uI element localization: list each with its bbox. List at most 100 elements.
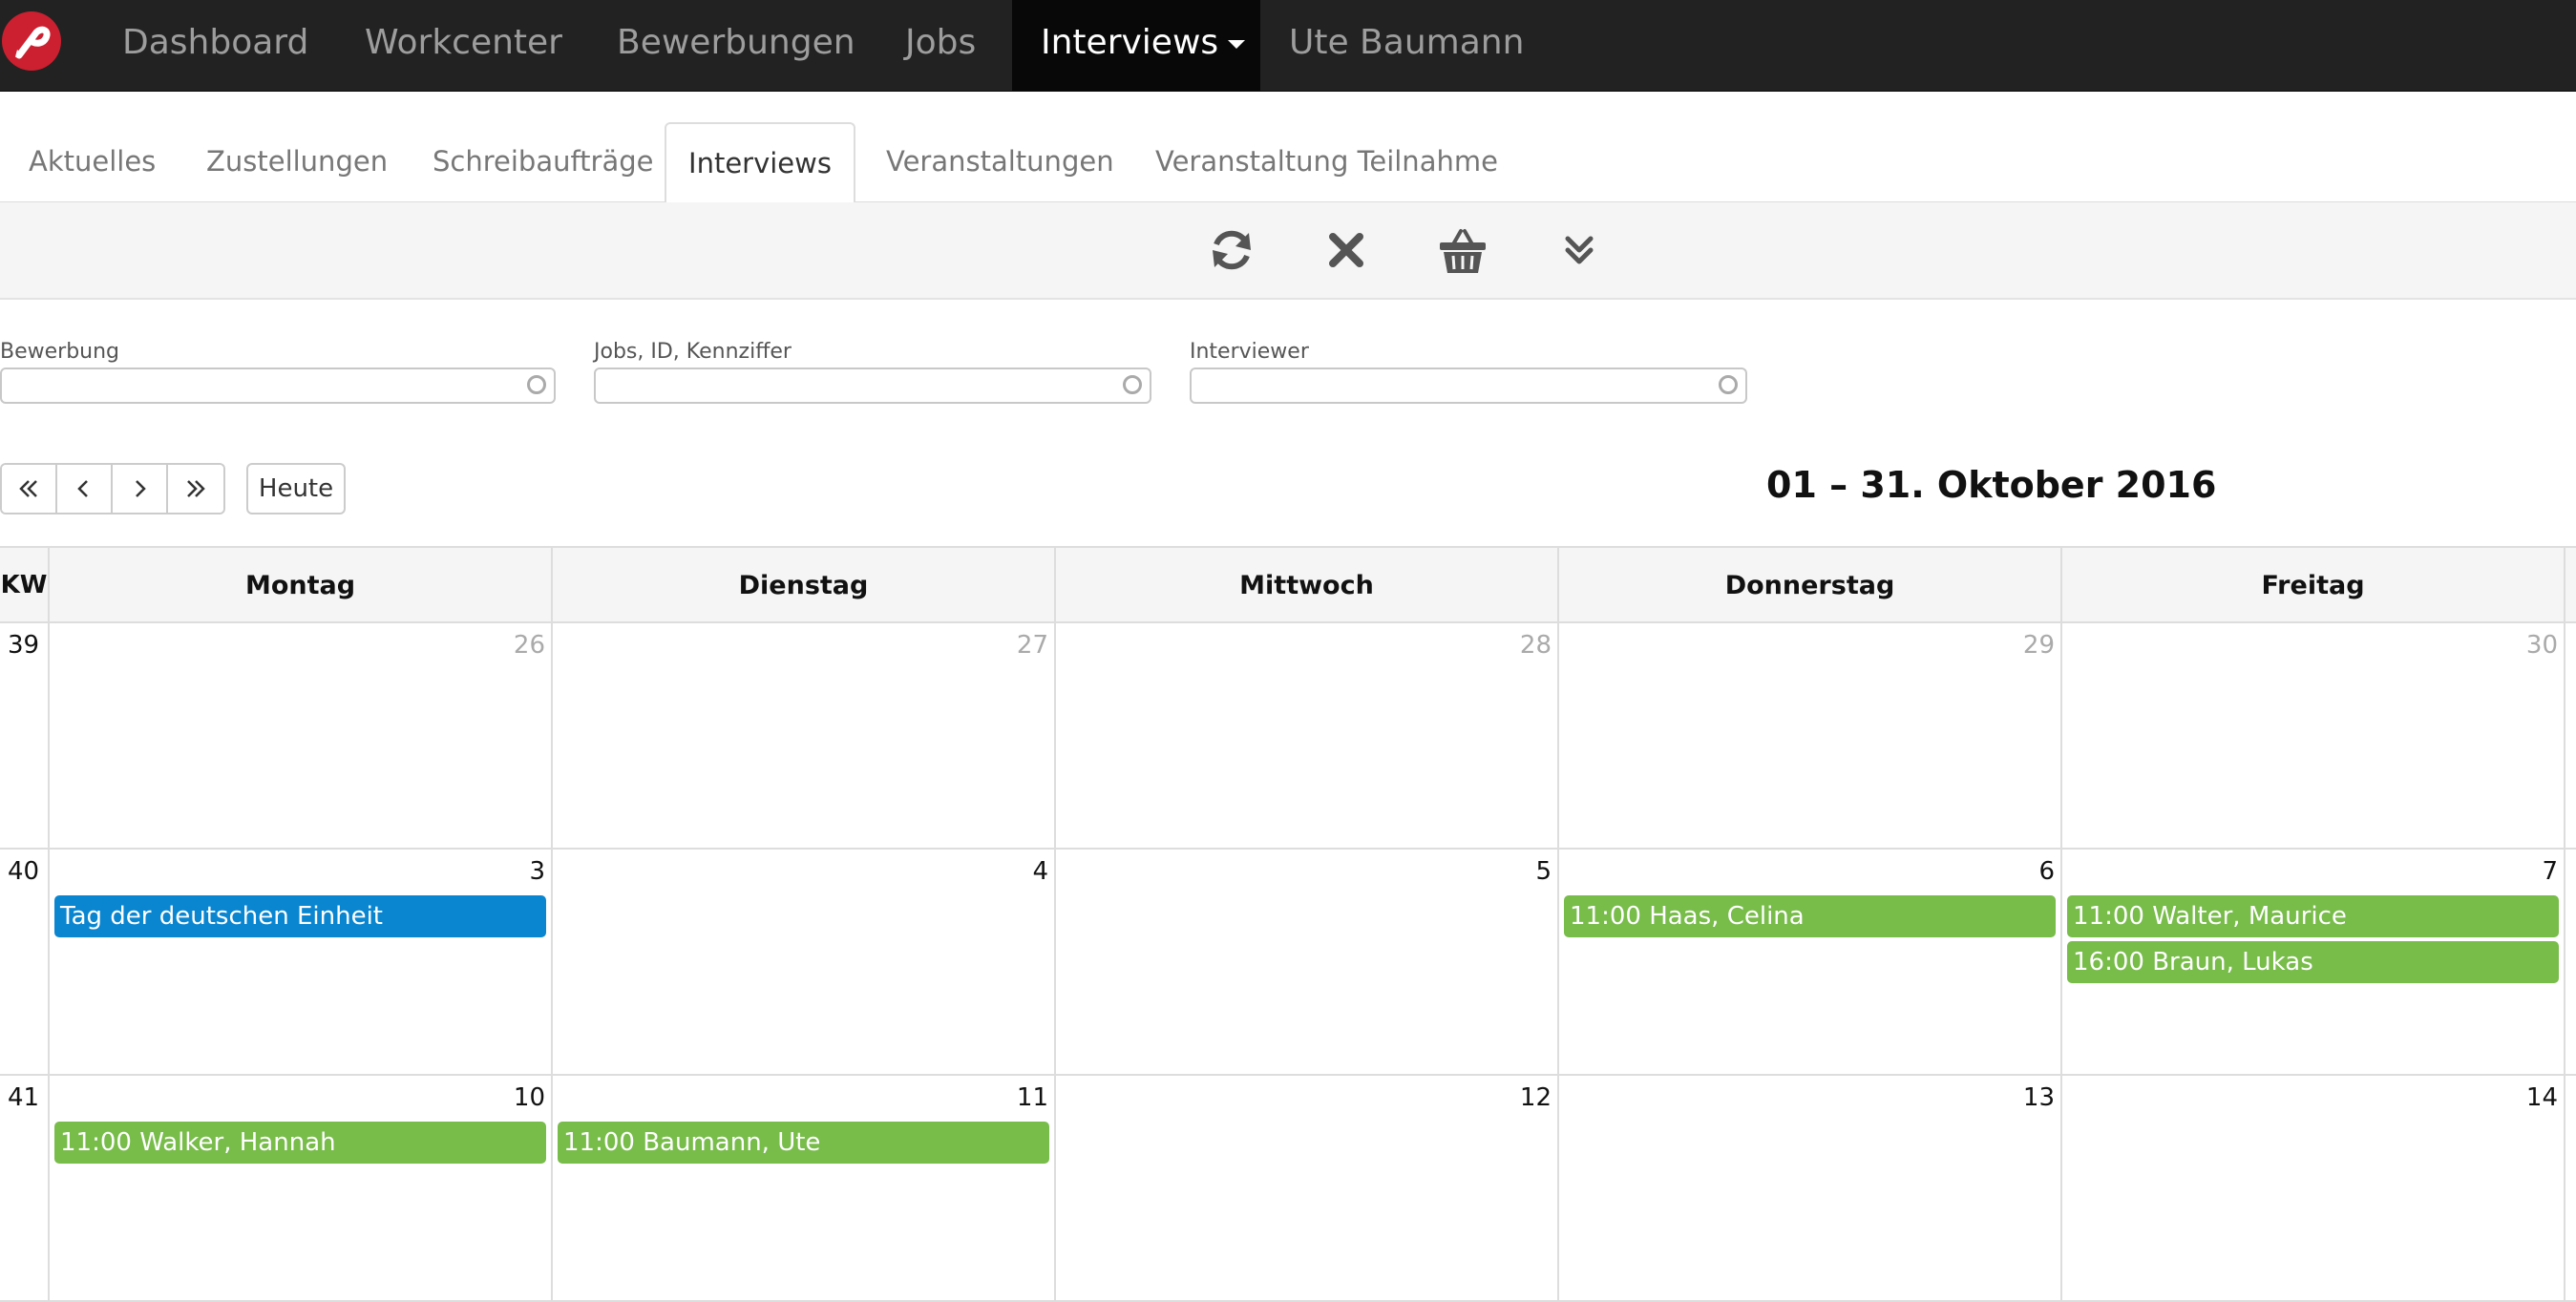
action-toolbar bbox=[0, 202, 2576, 300]
basket-icon bbox=[1440, 229, 1486, 273]
week-row-41: 41 10 11:00 Walker, Hannah 11 11:00 Baum… bbox=[0, 1076, 2576, 1302]
bewerbung-label: Bewerbung bbox=[0, 340, 120, 364]
event-title: Tag der deutschen Einheit bbox=[60, 902, 383, 931]
kw-number: 39 bbox=[0, 623, 50, 848]
day-number: 29 bbox=[2022, 631, 2055, 660]
nav-jobs[interactable]: Jobs bbox=[905, 0, 976, 91]
prev-month-button[interactable] bbox=[57, 465, 113, 513]
event-time: 11:00 bbox=[2073, 902, 2144, 931]
event-name: Walker, Hannah bbox=[139, 1128, 336, 1157]
day-number: 11 bbox=[1016, 1083, 1048, 1112]
day-number: 28 bbox=[1519, 631, 1552, 660]
chevron-left-icon bbox=[77, 480, 88, 497]
day-cell[interactable]: 3 Tag der deutschen Einheit bbox=[50, 850, 553, 1074]
nav-workcenter[interactable]: Workcenter bbox=[365, 0, 562, 91]
event-name: Walter, Maurice bbox=[2152, 902, 2347, 931]
nav-interviews-label: Interviews bbox=[1041, 23, 1219, 62]
nav-interviews-dropdown[interactable]: Interviews bbox=[1012, 0, 1260, 91]
day-number: 27 bbox=[1016, 631, 1048, 660]
tab-interviews[interactable]: Interviews bbox=[665, 122, 855, 204]
top-navbar: Dashboard Workcenter Bewerbungen Jobs In… bbox=[0, 0, 2576, 92]
clear-button[interactable] bbox=[1320, 223, 1373, 277]
tab-schreibauftraege[interactable]: Schreibaufträge bbox=[433, 122, 654, 200]
day-cell[interactable]: 27 bbox=[553, 623, 1056, 848]
refresh-button[interactable] bbox=[1205, 223, 1258, 277]
day-header-monday: Montag bbox=[50, 548, 553, 623]
jobs-label: Jobs, ID, Kennziffer bbox=[594, 340, 792, 364]
tab-veranstaltungen[interactable]: Veranstaltungen bbox=[886, 122, 1114, 200]
week-row-39: 39 26 27 28 29 30 bbox=[0, 623, 2576, 850]
event-name: Haas, Celina bbox=[1649, 902, 1805, 931]
day-number: 14 bbox=[2525, 1083, 2558, 1112]
event-time: 11:00 bbox=[1570, 902, 1641, 931]
refresh-icon bbox=[1213, 230, 1251, 270]
kw-header: KW bbox=[0, 548, 50, 623]
event-time: 11:00 bbox=[563, 1128, 635, 1157]
double-chevron-left-icon bbox=[19, 480, 37, 497]
day-number: 12 bbox=[1519, 1083, 1552, 1112]
nav-dashboard[interactable]: Dashboard bbox=[122, 0, 308, 91]
caret-down-icon bbox=[1228, 39, 1246, 49]
interviewer-label: Interviewer bbox=[1190, 340, 1309, 364]
double-chevron-down-icon bbox=[1565, 236, 1594, 264]
event-time: 16:00 bbox=[2073, 948, 2144, 976]
tab-aktuelles[interactable]: Aktuelles bbox=[29, 122, 156, 200]
day-cell[interactable]: 11 11:00 Baumann, Ute bbox=[553, 1076, 1056, 1300]
chevron-right-icon bbox=[136, 480, 146, 497]
prev-year-button[interactable] bbox=[2, 465, 57, 513]
double-chevron-right-icon bbox=[187, 480, 205, 497]
week-row-40: 40 3 Tag der deutschen Einheit 4 5 6 11:… bbox=[0, 850, 2576, 1076]
day-cell[interactable]: 26 bbox=[50, 623, 553, 848]
day-cell[interactable]: 14 bbox=[2062, 1076, 2565, 1300]
day-header-thursday: Donnerstag bbox=[1559, 548, 2062, 623]
next-year-button[interactable] bbox=[168, 465, 223, 513]
calendar-header: KW Montag Dienstag Mittwoch Donnerstag F… bbox=[0, 546, 2576, 623]
day-cell[interactable]: 13 bbox=[1559, 1076, 2062, 1300]
interview-event[interactable]: 11:00 Walker, Hannah bbox=[54, 1122, 546, 1164]
interview-event[interactable]: 11:00 Baumann, Ute bbox=[558, 1122, 1049, 1164]
interviewer-search-icon[interactable] bbox=[1719, 375, 1738, 394]
event-name: Baumann, Ute bbox=[643, 1128, 821, 1157]
jobs-input[interactable] bbox=[594, 368, 1151, 404]
day-number: 26 bbox=[513, 631, 545, 660]
nav-bewerbungen[interactable]: Bewerbungen bbox=[617, 0, 855, 91]
day-number: 7 bbox=[2542, 857, 2558, 886]
day-cell[interactable]: 28 bbox=[1056, 623, 1559, 848]
bewerbung-search-icon[interactable] bbox=[527, 375, 546, 394]
day-number: 13 bbox=[2022, 1083, 2055, 1112]
day-cell[interactable]: 5 bbox=[1056, 850, 1559, 1074]
event-name: Braun, Lukas bbox=[2152, 948, 2313, 976]
day-cell[interactable]: 7 11:00 Walter, Maurice 16:00 Braun, Luk… bbox=[2062, 850, 2565, 1074]
event-time: 11:00 bbox=[60, 1128, 132, 1157]
day-number: 4 bbox=[1032, 857, 1048, 886]
close-icon bbox=[1329, 233, 1363, 267]
brand-logo-icon[interactable] bbox=[2, 11, 61, 71]
day-number: 3 bbox=[529, 857, 545, 886]
jobs-search-icon[interactable] bbox=[1123, 375, 1142, 394]
today-button[interactable]: Heute bbox=[246, 463, 346, 514]
interview-event[interactable]: 16:00 Braun, Lukas bbox=[2067, 941, 2559, 983]
day-cell[interactable]: 12 bbox=[1056, 1076, 1559, 1300]
expand-button[interactable] bbox=[1552, 223, 1606, 277]
day-cell[interactable]: 29 bbox=[1559, 623, 2062, 848]
day-number: 5 bbox=[1535, 857, 1552, 886]
calendar-title: 01 – 31. Oktober 2016 bbox=[1766, 464, 2217, 506]
nav-user[interactable]: Ute Baumann bbox=[1289, 0, 1524, 91]
day-cell[interactable]: 30 bbox=[2062, 623, 2565, 848]
bewerbung-input[interactable] bbox=[0, 368, 556, 404]
kw-number: 41 bbox=[0, 1076, 50, 1300]
day-cell[interactable]: 10 11:00 Walker, Hannah bbox=[50, 1076, 553, 1300]
basket-button[interactable] bbox=[1436, 223, 1489, 277]
day-cell[interactable]: 6 11:00 Haas, Celina bbox=[1559, 850, 2062, 1074]
interviewer-input[interactable] bbox=[1190, 368, 1747, 404]
next-month-button[interactable] bbox=[113, 465, 168, 513]
day-cell[interactable]: 4 bbox=[553, 850, 1056, 1074]
tab-veranstaltung-teilnahme[interactable]: Veranstaltung Teilnahme bbox=[1155, 122, 1498, 200]
day-header-wednesday: Mittwoch bbox=[1056, 548, 1559, 623]
interview-event[interactable]: 11:00 Walter, Maurice bbox=[2067, 895, 2559, 937]
tab-zustellungen[interactable]: Zustellungen bbox=[206, 122, 388, 200]
tab-bar: Aktuelles Zustellungen Schreibaufträge I… bbox=[0, 92, 2576, 204]
day-header-tuesday: Dienstag bbox=[553, 548, 1056, 623]
holiday-event[interactable]: Tag der deutschen Einheit bbox=[54, 895, 546, 937]
interview-event[interactable]: 11:00 Haas, Celina bbox=[1564, 895, 2056, 937]
